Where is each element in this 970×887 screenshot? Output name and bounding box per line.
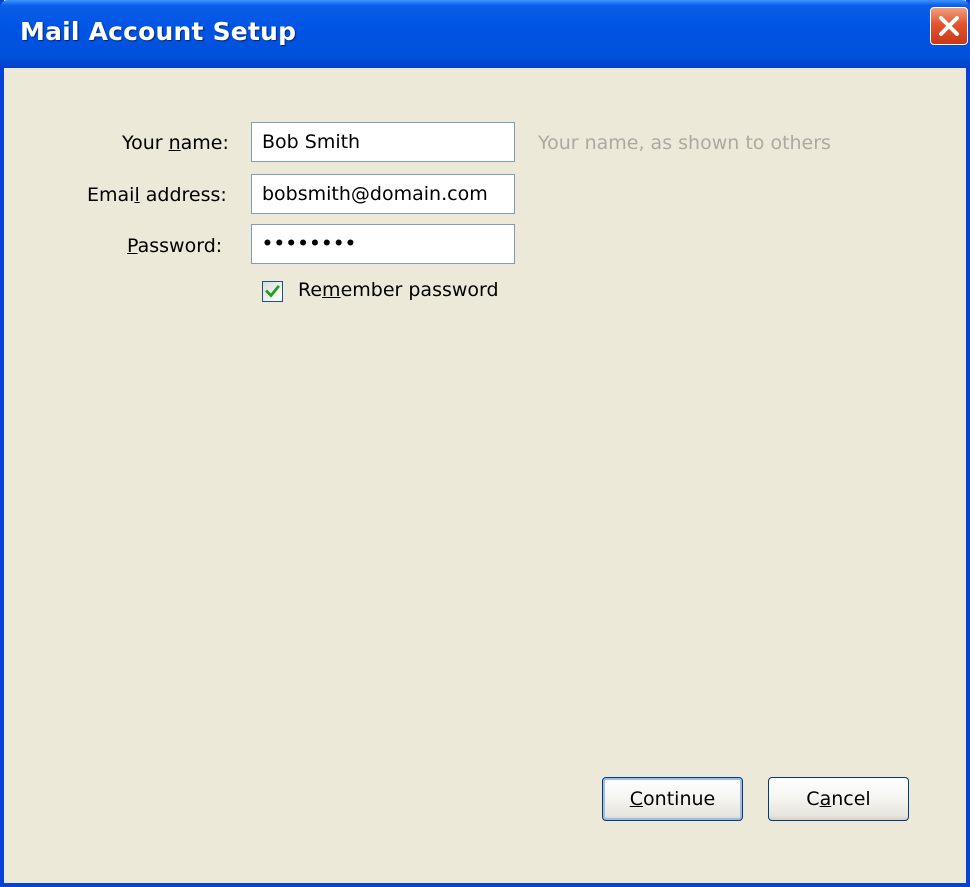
remember-password-label[interactable]: Remember password bbox=[298, 279, 499, 301]
cancel-button[interactable]: Ca ncel bbox=[768, 777, 909, 821]
password-label: Password: bbox=[127, 235, 223, 257]
email-address-input[interactable]: bobsmith@domain.com bbox=[251, 174, 515, 214]
your-name-label: Your name: bbox=[122, 132, 229, 154]
password-input[interactable]: •••••••• bbox=[251, 224, 515, 264]
checkmark-icon bbox=[265, 285, 280, 298]
mail-account-setup-dialog: Mail Account Setup Your name: Bob Smith … bbox=[0, 0, 970, 887]
title-bar[interactable]: Mail Account Setup bbox=[0, 0, 970, 68]
remember-password-checkbox[interactable] bbox=[262, 281, 283, 302]
continue-button[interactable]: Continue bbox=[602, 777, 743, 821]
close-icon bbox=[939, 16, 959, 36]
close-button[interactable] bbox=[930, 7, 968, 45]
email-address-label: Email address: bbox=[87, 184, 227, 206]
window-title: Mail Account Setup bbox=[20, 17, 297, 46]
your-name-hint: Your name, as shown to others bbox=[538, 132, 831, 154]
your-name-input[interactable]: Bob Smith bbox=[251, 122, 515, 162]
